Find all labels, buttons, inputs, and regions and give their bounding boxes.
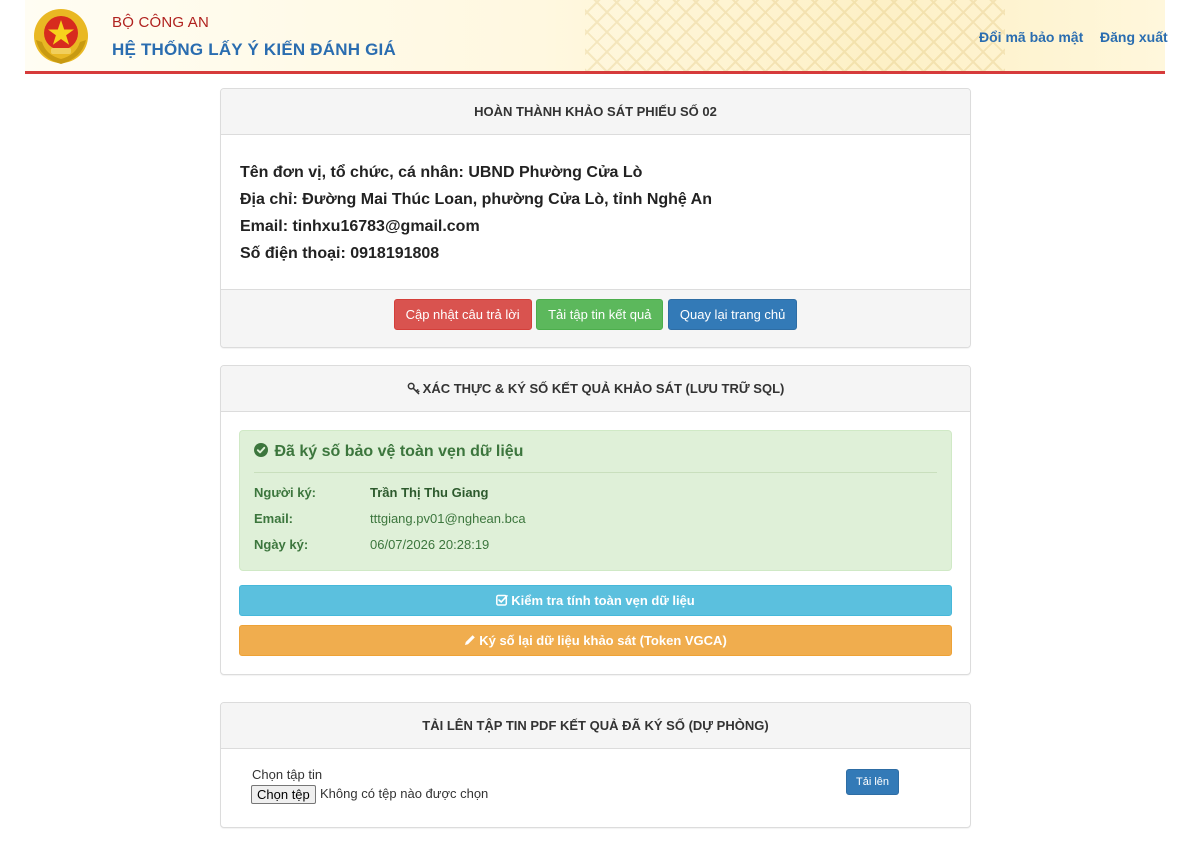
panel-title: XÁC THỰC & KÝ SỐ KẾT QUẢ KHẢO SÁT (LƯU T… — [221, 366, 970, 412]
signer-value: Trần Thị Thu Giang — [370, 485, 489, 500]
key-icon — [407, 382, 420, 395]
respondent-info: Tên đơn vị, tổ chức, cá nhân: UBND Phườn… — [221, 135, 970, 267]
alert-divider — [254, 472, 937, 473]
check-square-icon — [496, 594, 509, 606]
signer-row: Người ký: Trần Thị Thu Giang — [254, 485, 488, 500]
choose-file-button[interactable]: Chọn tệp — [251, 785, 316, 804]
panel-title: HOÀN THÀNH KHẢO SÁT PHIẾU SỐ 02 — [221, 89, 970, 135]
alert-title-text: Đã ký số bảo vệ toàn vẹn dữ liệu — [274, 443, 524, 460]
signed-alert: Đã ký số bảo vệ toàn vẹn dữ liệu Người k… — [239, 430, 952, 571]
change-password-link[interactable]: Đổi mã bảo mật — [979, 29, 1083, 45]
org-name: BỘ CÔNG AN — [112, 14, 210, 31]
verify-integrity-label: Kiểm tra tính toàn vẹn dữ liệu — [511, 593, 695, 608]
check-circle-icon — [254, 443, 268, 457]
panel-title: TẢI LÊN TẬP TIN PDF KẾT QUẢ ĐÃ KÝ SỐ (DỰ… — [221, 703, 970, 749]
sign-date-value: 06/07/2026 20:28:19 — [370, 537, 490, 552]
upload-pdf-panel: TẢI LÊN TẬP TIN PDF KẾT QUẢ ĐÃ KÝ SỐ (DỰ… — [220, 702, 971, 828]
signer-email-label: Email: — [254, 511, 294, 526]
header-divider — [25, 71, 1165, 74]
national-emblem-logo — [34, 9, 88, 64]
alert-title: Đã ký số bảo vệ toàn vẹn dữ liệu — [254, 443, 523, 461]
resign-label: Ký số lại dữ liệu khảo sát (Token VGCA) — [479, 633, 727, 648]
signer-email-value: tttgiang.pv01@nghean.bca — [370, 511, 526, 526]
system-title: HỆ THỐNG LẤY Ý KIẾN ĐÁNH GIÁ — [112, 40, 396, 59]
back-home-button[interactable]: Quay lại trang chủ — [667, 299, 798, 330]
upload-button[interactable]: Tải lên — [846, 769, 899, 795]
verify-integrity-button[interactable]: Kiểm tra tính toàn vẹn dữ liệu — [239, 585, 952, 616]
update-answers-button[interactable]: Cập nhật câu trả lời — [393, 299, 532, 330]
signer-email-row: Email: tttgiang.pv01@nghean.bca — [254, 511, 526, 526]
resign-button[interactable]: Ký số lại dữ liệu khảo sát (Token VGCA) — [239, 625, 952, 656]
signer-label: Người ký: — [254, 485, 316, 500]
sign-date-row: Ngày ký: 06/07/2026 20:28:19 — [254, 537, 489, 552]
file-label: Chọn tập tin — [252, 767, 323, 782]
unit-name: Tên đơn vị, tổ chức, cá nhân: UBND Phườn… — [240, 164, 643, 181]
digital-sign-panel: XÁC THỰC & KÝ SỐ KẾT QUẢ KHẢO SÁT (LƯU T… — [220, 365, 971, 675]
phone: Số điện thoại: 0918191808 — [240, 245, 440, 262]
sign-date-label: Ngày ký: — [254, 537, 309, 552]
pencil-icon — [465, 635, 476, 645]
address: Địa chỉ: Đường Mai Thúc Loan, phường Cửa… — [240, 191, 712, 208]
download-result-button[interactable]: Tải tập tin kết quả — [536, 299, 664, 330]
file-status: Không có tệp nào được chọn — [320, 786, 489, 801]
header-pattern — [585, 0, 1005, 71]
survey-complete-panel: HOÀN THÀNH KHẢO SÁT PHIẾU SỐ 02 Tên đơn … — [220, 88, 971, 348]
panel-footer: Cập nhật câu trả lời Tải tập tin kết quả… — [221, 289, 970, 347]
logout-link[interactable]: Đăng xuất — [1100, 29, 1168, 45]
panel-title-text: XÁC THỰC & KÝ SỐ KẾT QUẢ KHẢO SÁT (LƯU T… — [422, 381, 785, 396]
email: Email: tinhxu16783@gmail.com — [240, 218, 480, 235]
